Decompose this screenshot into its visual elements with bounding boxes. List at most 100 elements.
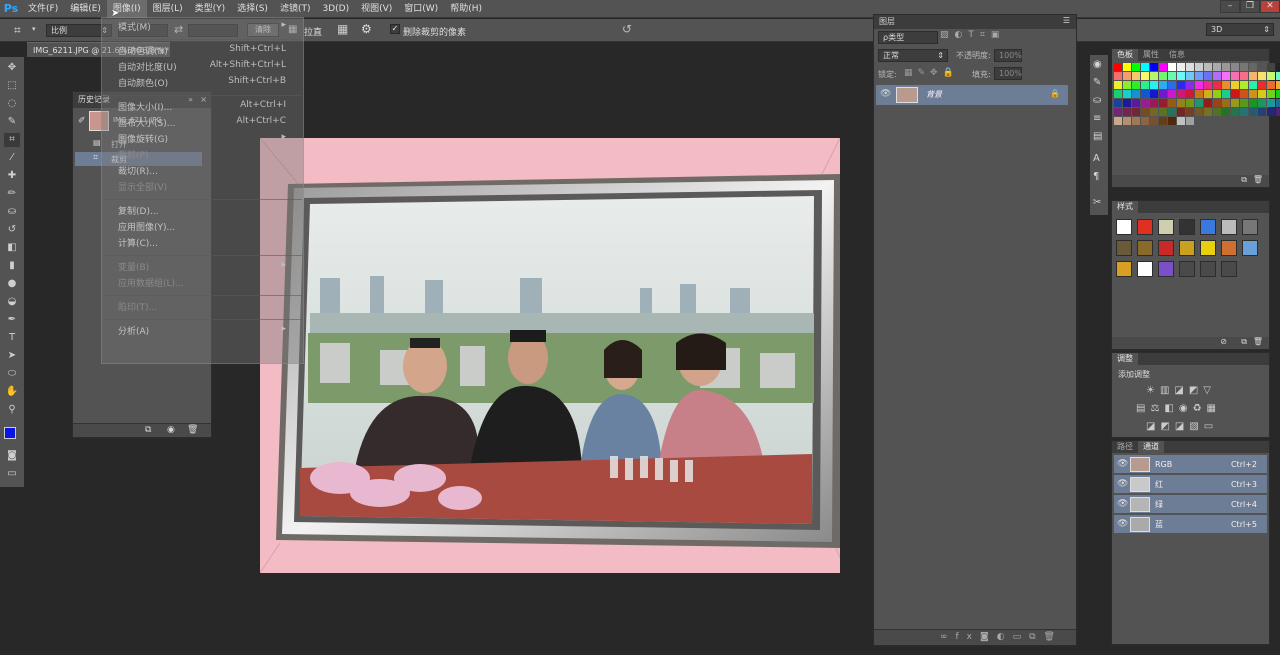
color-swatch[interactable] <box>1240 99 1248 107</box>
lock-icons[interactable]: ▦✎✥🔒 <box>904 68 959 78</box>
clone-stamp-tool-icon[interactable]: ⛀ <box>4 205 20 219</box>
color-swatch[interactable] <box>1195 108 1203 116</box>
character-panel-icon[interactable]: A <box>1093 153 1100 164</box>
color-swatch[interactable] <box>1114 117 1122 125</box>
menu-type[interactable]: 类型(Y) <box>189 0 232 18</box>
lasso-tool-icon[interactable]: ◌ <box>4 97 20 111</box>
color-swatch[interactable] <box>1267 63 1275 71</box>
color-swatch[interactable] <box>1150 99 1158 107</box>
color-swatch[interactable] <box>1141 99 1149 107</box>
style-preset[interactable] <box>1116 240 1132 256</box>
crop-tool-icon[interactable]: ⌗ <box>4 133 20 147</box>
image-menu-item[interactable]: 显示全部(V) <box>118 180 298 194</box>
color-swatch[interactable] <box>1132 90 1140 98</box>
color-swatch[interactable] <box>1159 63 1167 71</box>
color-swatch[interactable] <box>1132 63 1140 71</box>
layers-panel-title[interactable]: 图层 <box>879 17 895 26</box>
color-swatch[interactable] <box>1195 90 1203 98</box>
zoom-tool-icon[interactable]: ⚲ <box>4 403 20 417</box>
menu-filter[interactable]: 滤镜(T) <box>274 0 317 18</box>
color-swatch[interactable] <box>1222 63 1230 71</box>
color-swatch[interactable] <box>1186 72 1194 80</box>
menu-3d[interactable]: 3D(D) <box>316 0 355 18</box>
adjustment-icons-row3[interactable]: ◪◩◪▧▭ <box>1146 421 1218 432</box>
color-swatch[interactable] <box>1123 63 1131 71</box>
tools-panel-icon[interactable]: ✂ <box>1093 197 1101 208</box>
image-menu-item[interactable]: 分析(A) ▸ <box>118 324 298 338</box>
color-swatch[interactable] <box>1231 90 1239 98</box>
color-swatch[interactable] <box>1204 63 1212 71</box>
visibility-eye-icon[interactable]: 👁 <box>1117 515 1128 534</box>
style-grid[interactable] <box>1116 219 1258 277</box>
color-swatch[interactable] <box>1114 99 1122 107</box>
color-swatch[interactable] <box>1276 81 1280 89</box>
color-swatch[interactable] <box>1114 63 1122 71</box>
color-swatch[interactable] <box>1177 99 1185 107</box>
color-swatch[interactable] <box>1168 117 1176 125</box>
color-swatch[interactable] <box>1249 72 1257 80</box>
brush-tool-icon[interactable]: ✏ <box>4 187 20 201</box>
color-swatch[interactable] <box>1114 108 1122 116</box>
path-select-tool-icon[interactable]: ➤ <box>4 349 20 363</box>
color-swatch[interactable] <box>1177 63 1185 71</box>
close-icon[interactable]: ✕ <box>1260 0 1280 13</box>
color-swatch[interactable] <box>1213 72 1221 80</box>
color-swatch[interactable] <box>1231 108 1239 116</box>
color-swatch[interactable] <box>1195 81 1203 89</box>
minimize-icon[interactable]: – <box>1220 0 1240 13</box>
style-preset[interactable] <box>1179 219 1195 235</box>
color-swatch[interactable] <box>1204 72 1212 80</box>
pen-tool-icon[interactable]: ✒ <box>4 313 20 327</box>
color-swatch[interactable] <box>1249 81 1257 89</box>
style-preset[interactable] <box>1221 261 1237 277</box>
color-swatch[interactable] <box>1186 108 1194 116</box>
color-swatch[interactable] <box>1267 108 1275 116</box>
new-swatch-icon[interactable]: ⧉ <box>1241 175 1247 185</box>
image-menu-item[interactable]: 应用图像(Y)... <box>118 220 298 234</box>
color-swatch[interactable] <box>1150 63 1158 71</box>
style-preset[interactable] <box>1137 219 1153 235</box>
color-swatch[interactable] <box>1132 108 1140 116</box>
filter-icons[interactable]: ▨◐T⌗▣ <box>940 30 1005 40</box>
color-swatch[interactable] <box>1276 63 1280 71</box>
tab-swatches[interactable]: 色板 <box>1112 49 1138 61</box>
quick-select-tool-icon[interactable]: ✎ <box>4 115 20 129</box>
color-swatch[interactable] <box>1177 117 1185 125</box>
image-menu-item[interactable]: 自动对比度(U) Alt+Shift+Ctrl+L <box>118 60 298 74</box>
color-swatch[interactable] <box>1141 81 1149 89</box>
delete-cropped-checkbox[interactable]: ✓ <box>390 24 400 34</box>
marquee-tool-icon[interactable]: ⬚ <box>4 79 20 93</box>
style-preset[interactable] <box>1221 219 1237 235</box>
color-swatch[interactable] <box>1123 117 1131 125</box>
ellipse-tool-icon[interactable]: ⬭ <box>4 367 20 381</box>
color-swatch[interactable] <box>1276 99 1280 107</box>
style-preset[interactable] <box>1221 240 1237 256</box>
color-swatch[interactable] <box>1168 108 1176 116</box>
image-menu-item[interactable]: 图像大小(I)... Alt+Ctrl+I <box>118 100 298 114</box>
color-swatch[interactable] <box>1150 108 1158 116</box>
color-swatch[interactable] <box>1258 108 1266 116</box>
color-swatch[interactable] <box>1150 72 1158 80</box>
color-swatch[interactable] <box>1114 72 1122 80</box>
swatch-grid[interactable] <box>1114 63 1280 125</box>
trash-icon[interactable]: 🗑 <box>187 425 198 435</box>
tab-styles[interactable]: 样式 <box>1112 201 1138 213</box>
layer-filter-select[interactable]: ρ类型 <box>878 31 938 44</box>
color-swatch[interactable] <box>1222 72 1230 80</box>
document-image[interactable] <box>260 138 840 573</box>
color-swatch[interactable] <box>1159 108 1167 116</box>
color-swatch[interactable] <box>1177 72 1185 80</box>
color-swatch[interactable] <box>1186 63 1194 71</box>
eyedropper-tool-icon[interactable]: ⁄ <box>4 151 20 165</box>
crop-tool-icon[interactable]: ⌗ <box>14 23 21 38</box>
fill-input[interactable]: 100% <box>994 67 1022 80</box>
visibility-eye-icon[interactable]: 👁 <box>1117 455 1128 474</box>
settings-gear-icon[interactable]: ⚙ <box>361 22 372 36</box>
image-menu-item[interactable]: 裁切(R)... <box>118 164 298 178</box>
tool-presets-icon[interactable]: ≡ <box>1093 113 1101 124</box>
visibility-eye-icon[interactable]: 👁 <box>880 89 891 99</box>
tab-paths[interactable]: 路径 <box>1112 441 1138 453</box>
style-preset[interactable] <box>1158 240 1174 256</box>
actions-icon[interactable]: ▤ <box>1093 131 1102 142</box>
color-swatch[interactable] <box>1267 81 1275 89</box>
